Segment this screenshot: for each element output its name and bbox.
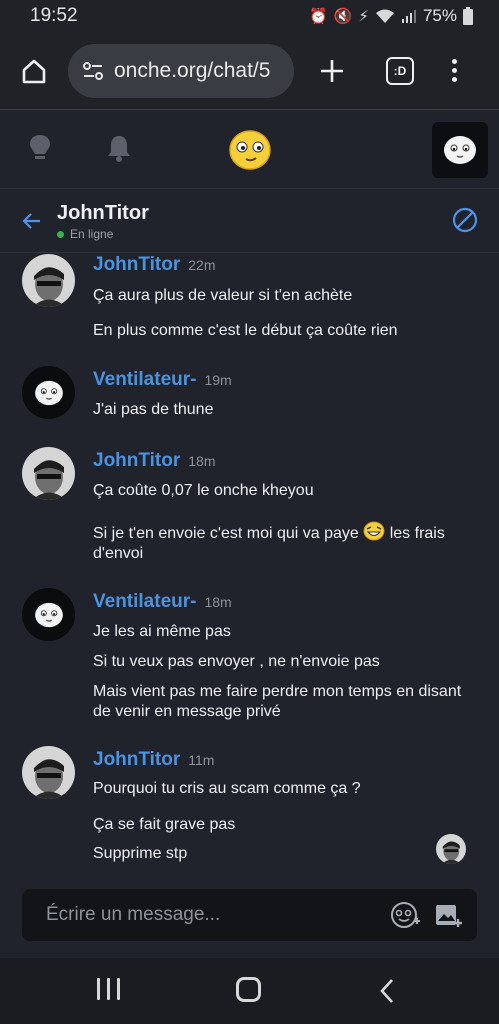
status-time: 19:52	[30, 5, 78, 26]
profile-avatar[interactable]	[432, 122, 488, 178]
message-text: Ça aura plus de valeur si t'en achète	[93, 287, 353, 304]
message-text-part: Si je t'en envoie c'est moi qui va paye	[93, 525, 359, 542]
message-author[interactable]: Ventilateur- 19m	[93, 369, 232, 391]
android-back-icon[interactable]	[378, 978, 396, 1004]
add-image-icon[interactable]	[434, 901, 462, 929]
message-text: Si je t'en envoie c'est moi qui va paye …	[93, 521, 483, 564]
online-status: En ligne	[57, 227, 113, 241]
online-dot	[57, 230, 64, 238]
user-avatar[interactable]	[22, 447, 75, 500]
address-bar[interactable]: onche.org/chat/5	[68, 43, 294, 98]
message-text: Ça coûte 0,07 le onche kheyou	[93, 482, 314, 499]
message-text: Je les ai même pas	[93, 623, 231, 640]
message-input[interactable]: Écrire un message...	[46, 904, 220, 926]
online-status-label: En ligne	[70, 227, 114, 241]
avatar-photo-icon	[22, 254, 75, 307]
message-text: J'ai pas de thune	[93, 401, 214, 418]
message-author[interactable]: JohnTitor 11m	[93, 749, 214, 771]
message-time: 22m	[188, 257, 216, 273]
android-home-button[interactable]	[236, 977, 261, 1002]
home-button[interactable]	[14, 51, 54, 91]
onche-logo[interactable]	[228, 129, 272, 171]
status-bar: 19:52 ⏰ 🔇 ⚡ 75%	[0, 0, 499, 32]
app-navbar	[0, 111, 499, 189]
author-name[interactable]: Ventilateur-	[93, 591, 196, 612]
message-text: En plus comme c'est le début ça coûte ri…	[93, 322, 398, 339]
tabs-icon: :D	[393, 63, 407, 78]
message-author[interactable]: JohnTitor 22m	[93, 254, 216, 276]
tabs-button[interactable]: :D	[386, 56, 414, 85]
onche-avatar-icon	[444, 136, 476, 164]
browser-toolbar: onche.org/chat/5 :D	[0, 32, 499, 110]
user-avatar[interactable]	[22, 254, 75, 307]
android-navigation-bar	[0, 958, 499, 1024]
user-avatar[interactable]	[22, 366, 75, 419]
block-icon[interactable]	[452, 207, 478, 233]
read-receipt-avatar	[436, 834, 466, 864]
avatar-photo-icon	[436, 834, 466, 864]
author-name[interactable]: JohnTitor	[93, 450, 180, 471]
message-time: 18m	[204, 594, 232, 610]
bell-icon[interactable]	[106, 133, 132, 163]
site-settings-icon[interactable]	[82, 60, 104, 82]
message-list[interactable]: JohnTitor 22m Ça aura plus de valeur si t…	[0, 254, 499, 884]
chat-partner-name[interactable]: JohnTitor	[57, 202, 149, 225]
avatar-photo-icon	[22, 447, 75, 500]
message-text: Supprime stp	[93, 845, 188, 862]
recents-button[interactable]	[97, 978, 120, 1000]
message-composer[interactable]: Écrire un message...	[22, 889, 477, 941]
lightbulb-icon[interactable]	[28, 133, 52, 163]
battery-icon	[463, 7, 473, 25]
new-tab-button[interactable]	[316, 55, 348, 87]
laughing-emoji-icon	[363, 521, 385, 541]
message-text: Mais vient pas me faire perdre mon temps…	[93, 683, 462, 720]
author-name[interactable]: JohnTitor	[93, 749, 180, 770]
emoji-picker-icon[interactable]	[390, 901, 420, 929]
chat-header: JohnTitor En ligne	[0, 190, 499, 253]
user-avatar[interactable]	[22, 588, 75, 641]
author-name[interactable]: Ventilateur-	[93, 369, 196, 390]
message-time: 18m	[188, 453, 216, 469]
menu-dots-icon[interactable]	[452, 59, 457, 82]
message-text: Ça se fait grave pas	[93, 816, 236, 833]
message-text: Pourquoi tu cris au scam comme ça ?	[93, 780, 361, 797]
message-time: 11m	[188, 752, 215, 768]
onche-avatar-icon	[34, 380, 63, 405]
back-arrow-icon[interactable]	[22, 212, 42, 230]
mute-icon: 🔇	[333, 8, 353, 25]
url-text[interactable]: onche.org/chat/5	[114, 59, 270, 83]
alarm-icon: ⏰	[309, 8, 328, 25]
home-icon	[22, 59, 46, 83]
data-saver-icon: ⚡	[358, 8, 369, 25]
message-time: 19m	[204, 372, 232, 388]
plus-icon	[321, 59, 343, 82]
onche-avatar-icon	[34, 602, 63, 627]
avatar-photo-icon	[22, 746, 75, 799]
message-text: Si tu veux pas envoyer , ne n'envoie pas	[93, 653, 380, 670]
user-avatar[interactable]	[22, 746, 75, 799]
status-icons: ⏰ 🔇 ⚡ 75%	[309, 6, 473, 26]
battery-percent: 75%	[422, 6, 457, 25]
author-name[interactable]: JohnTitor	[93, 254, 180, 275]
signal-icon	[401, 10, 416, 23]
message-author[interactable]: Ventilateur- 18m	[93, 591, 232, 613]
message-author[interactable]: JohnTitor 18m	[93, 450, 216, 472]
wifi-icon	[375, 9, 394, 23]
